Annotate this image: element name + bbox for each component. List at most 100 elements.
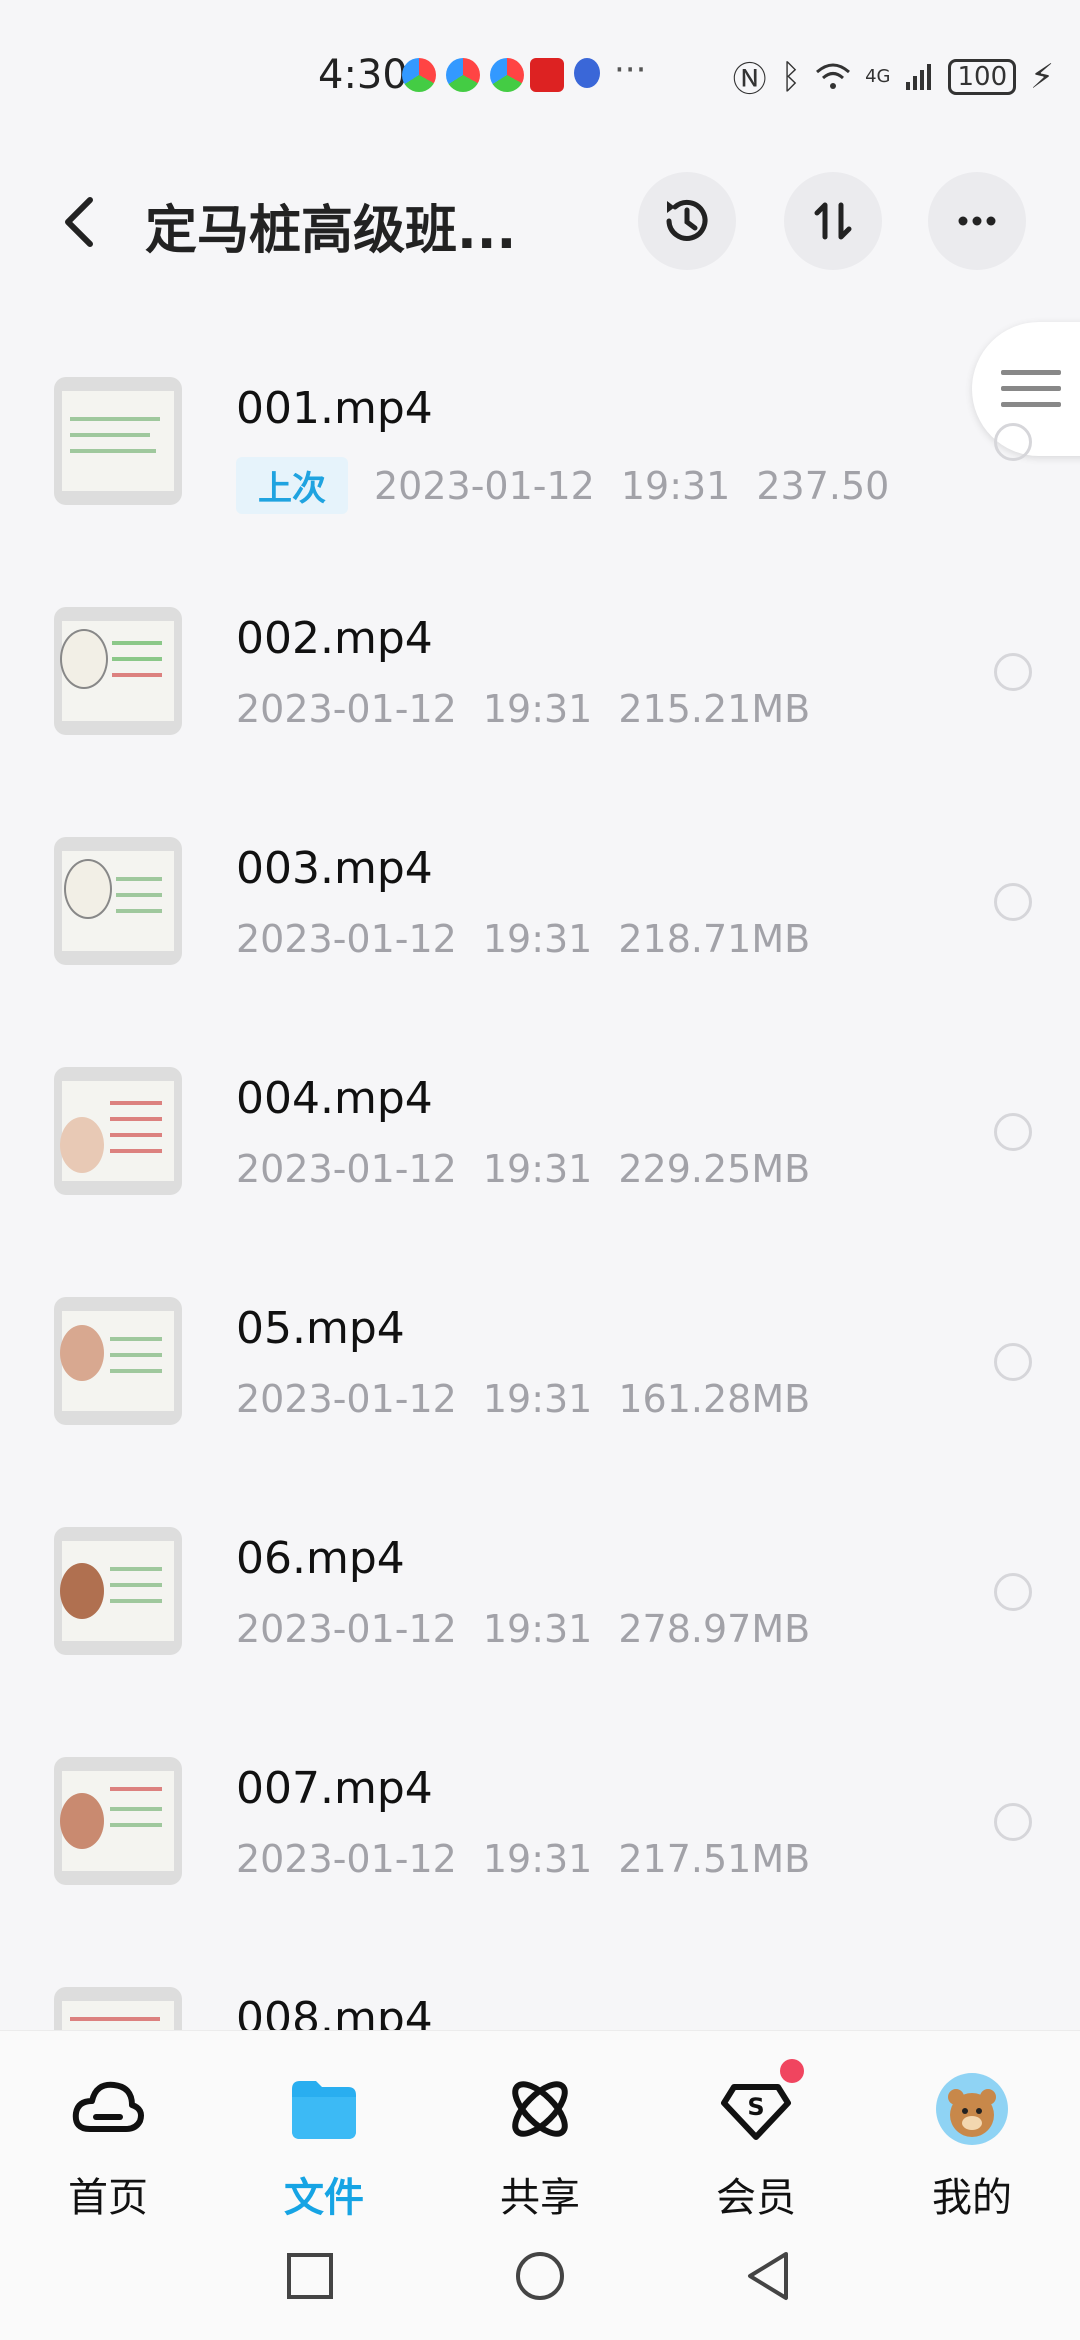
file-row[interactable]: 007.mp4 2023-01-12 19:31 217.51MB [0, 1725, 1080, 1955]
file-name: 001.mp4 [236, 383, 433, 434]
video-thumbnail [54, 377, 182, 505]
nfc-icon: Ⓝ [732, 60, 767, 100]
nav-label: 会员 [716, 2175, 796, 2221]
file-row[interactable]: 002.mp4 2023-01-12 19:31 215.21MB [0, 575, 1080, 805]
file-size: 161.28MB [618, 1377, 811, 1421]
status-time: 4:30 [318, 52, 408, 98]
app-notification-icon [446, 58, 480, 92]
nav-home[interactable]: 首页 [0, 2031, 216, 2231]
file-time: 19:31 [482, 687, 593, 731]
app-notification-icon [490, 58, 524, 92]
cloud-icon [72, 2081, 144, 2132]
file-name: 06.mp4 [236, 1533, 405, 1584]
select-radio[interactable] [994, 423, 1032, 461]
file-date: 2023-01-12 [236, 1607, 457, 1651]
nav-vip[interactable]: S 会员 [648, 2031, 864, 2231]
file-date: 2023-01-12 [236, 917, 457, 961]
nav-files[interactable]: 文件 [216, 2031, 432, 2231]
file-date: 2023-01-12 [236, 1147, 457, 1191]
file-date: 2023-01-12 [374, 463, 595, 508]
bluetooth-icon: ᛒ [780, 56, 802, 97]
file-row[interactable]: 05.mp4 2023-01-12 19:31 161.28MB [0, 1265, 1080, 1495]
svg-text:S: S [747, 2093, 764, 2121]
file-size: 218.71MB [618, 917, 811, 961]
paw-icon [574, 58, 600, 88]
file-meta: 2023-01-12 19:31 161.28MB [236, 1377, 810, 1421]
back-nav-button[interactable] [744, 2250, 792, 2302]
video-thumbnail [54, 837, 182, 965]
file-time: 19:31 [482, 1377, 593, 1421]
video-thumbnail [54, 1757, 182, 1885]
select-radio[interactable] [994, 653, 1032, 691]
home-button[interactable] [514, 2250, 566, 2302]
file-meta: 2023-01-12 19:31 215.21MB [236, 687, 810, 731]
video-thumbnail [54, 607, 182, 735]
app-notification-icon [402, 58, 436, 92]
file-meta: 2023-01-12 19:31 229.25MB [236, 1147, 810, 1191]
nav-label: 首页 [68, 2175, 148, 2221]
recent-apps-button[interactable] [286, 2252, 334, 2300]
charging-icon: ⚡ [1030, 56, 1054, 97]
file-date: 2023-01-12 [236, 1377, 457, 1421]
nav-label: 共享 [500, 2175, 580, 2221]
nav-profile[interactable]: 我的 [864, 2031, 1080, 2231]
more-icon [958, 216, 996, 226]
notification-dot [780, 2059, 804, 2083]
last-played-badge: 上次 [236, 457, 348, 514]
chevron-left-icon [65, 197, 93, 247]
back-button[interactable] [56, 192, 104, 252]
file-size: 215.21MB [618, 687, 811, 731]
avatar-icon [936, 2073, 1008, 2145]
file-name: 002.mp4 [236, 613, 433, 664]
status-indicators: Ⓝ ᛒ 4G 100 ⚡ [733, 52, 1054, 101]
file-row[interactable]: 001.mp4 上次 2023-01-12 19:31 237.50 [0, 345, 1080, 575]
select-radio[interactable] [994, 1113, 1032, 1151]
more-options-button[interactable] [928, 172, 1026, 270]
bottom-nav: 首页 文件 共享 S 会员 我的 [0, 2030, 1080, 2231]
signal-icon [906, 63, 932, 90]
app-notification-icon [530, 58, 564, 92]
file-size: 278.97MB [618, 1607, 811, 1651]
system-nav-bar [0, 2230, 1080, 2340]
file-time: 19:31 [482, 917, 593, 961]
file-time: 19:31 [482, 1837, 593, 1881]
file-size: 229.25MB [618, 1147, 811, 1191]
file-date: 2023-01-12 [236, 1837, 457, 1881]
nav-share[interactable]: 共享 [432, 2031, 648, 2231]
file-name: 004.mp4 [236, 1073, 433, 1124]
file-name: 05.mp4 [236, 1303, 405, 1354]
select-radio[interactable] [994, 1803, 1032, 1841]
battery-level: 100 [948, 58, 1017, 95]
file-name: 003.mp4 [236, 843, 433, 894]
more-notifications-icon: ··· [614, 50, 647, 90]
folder-icon [292, 2081, 356, 2139]
sort-button[interactable] [784, 172, 882, 270]
file-size: 237.50 [756, 463, 890, 508]
wifi-icon [816, 63, 851, 89]
vip-badge-icon: S [721, 2084, 791, 2140]
file-meta: 2023-01-12 19:31 217.51MB [236, 1837, 810, 1881]
file-time: 19:31 [620, 463, 731, 508]
file-row[interactable]: 004.mp4 2023-01-12 19:31 229.25MB [0, 1035, 1080, 1265]
file-date: 2023-01-12 [236, 687, 457, 731]
sort-icon [814, 202, 852, 240]
video-thumbnail [54, 1297, 182, 1425]
file-name: 007.mp4 [236, 1763, 433, 1814]
select-radio[interactable] [994, 1573, 1032, 1611]
file-meta: 2023-01-12 19:31 278.97MB [236, 1607, 810, 1651]
file-time: 19:31 [482, 1147, 593, 1191]
file-row[interactable]: 003.mp4 2023-01-12 19:31 218.71MB [0, 805, 1080, 1035]
nav-label: 我的 [932, 2175, 1012, 2221]
file-size: 217.51MB [618, 1837, 811, 1881]
file-row[interactable]: 06.mp4 2023-01-12 19:31 278.97MB [0, 1495, 1080, 1725]
file-list: 001.mp4 上次 2023-01-12 19:31 237.50 002.m… [0, 345, 1080, 2185]
page-title: 定马桩高级班... [145, 201, 517, 261]
header: 定马桩高级班... [0, 170, 1080, 280]
status-bar: 4:30 ··· Ⓝ ᛒ 4G 100 ⚡ [0, 0, 1080, 150]
select-radio[interactable] [994, 883, 1032, 921]
history-button[interactable] [638, 172, 736, 270]
share-orbit-icon [512, 2081, 568, 2137]
select-radio[interactable] [994, 1343, 1032, 1381]
network-type: 4G [865, 66, 891, 87]
file-meta: 2023-01-12 19:31 218.71MB [236, 917, 810, 961]
